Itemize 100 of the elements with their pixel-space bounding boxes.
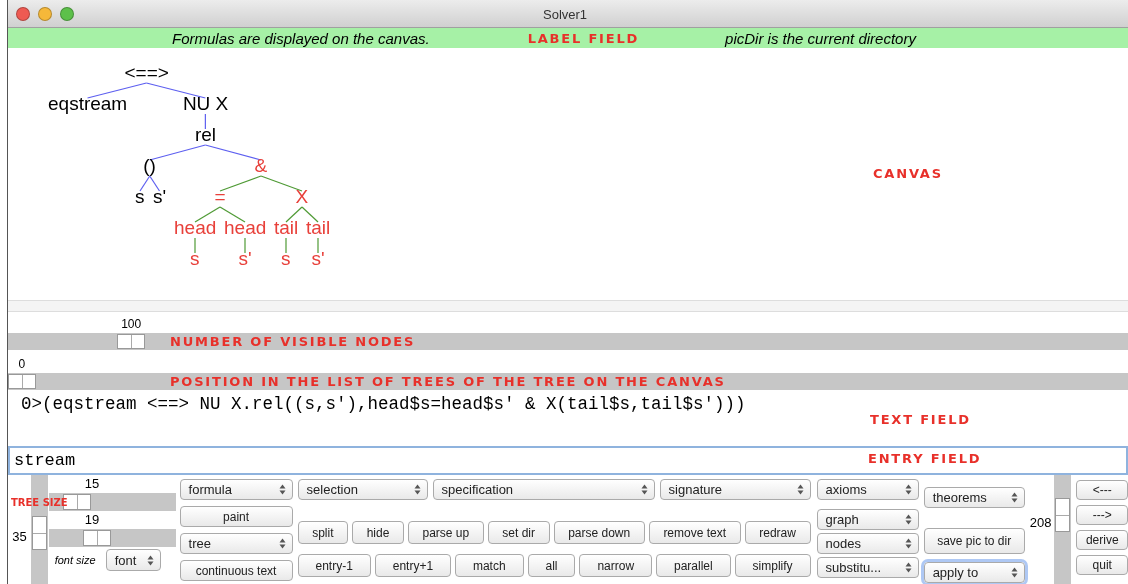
tree-edge <box>194 237 196 254</box>
tree-node[interactable]: tail <box>306 217 331 239</box>
button[interactable]: <--- <box>1076 480 1128 500</box>
slider-value: 0 <box>18 357 26 371</box>
updown-arrows-icon <box>413 484 421 495</box>
tree-edge <box>285 237 287 254</box>
window-title: Solver1 <box>543 7 588 22</box>
button[interactable]: paint <box>179 506 293 527</box>
updown-arrows-icon <box>904 562 912 573</box>
tree-node[interactable]: s' <box>238 248 252 270</box>
dropdown[interactable]: graph <box>816 509 919 530</box>
tree-edge <box>219 206 246 223</box>
dropdown[interactable]: font <box>105 549 161 571</box>
tree-node[interactable]: eqstream <box>48 93 128 115</box>
slider-value: 208 <box>1029 515 1052 530</box>
slider-value: 35 <box>12 529 27 544</box>
slider-thumb[interactable] <box>1055 497 1071 532</box>
updown-arrows-icon <box>1010 492 1018 503</box>
dropdown[interactable]: specification <box>432 479 655 500</box>
dropdown[interactable]: tree <box>179 533 293 554</box>
dropdown[interactable]: formula <box>179 479 293 500</box>
tree-edge <box>285 206 303 223</box>
tree-node[interactable]: <==> <box>124 62 169 84</box>
button[interactable]: save pic to dir <box>923 528 1025 554</box>
tree-node[interactable]: s' <box>153 186 167 208</box>
tree-edge <box>194 206 221 223</box>
button[interactable]: all <box>527 554 576 577</box>
button[interactable]: split <box>297 521 349 544</box>
annotation-label: TEXT FIELD <box>870 412 971 427</box>
button[interactable]: remove text <box>648 521 741 544</box>
annotation-label: ENTRY FIELD <box>868 451 982 466</box>
slider-thumb[interactable] <box>31 516 47 551</box>
tree-node[interactable]: s <box>281 248 291 270</box>
tree-node[interactable]: rel <box>194 124 216 146</box>
annotation-label: CANVAS <box>873 166 943 181</box>
dropdown[interactable]: nodes <box>816 533 919 554</box>
button[interactable]: continuous text <box>179 560 293 581</box>
tree-node[interactable]: () <box>143 155 156 177</box>
button[interactable]: parallel <box>656 554 731 577</box>
updown-arrows-icon <box>1010 567 1018 578</box>
slider-track[interactable] <box>1054 475 1072 584</box>
updown-arrows-icon <box>146 554 154 566</box>
tree-node[interactable]: head <box>224 217 267 239</box>
slider-thumb[interactable] <box>117 334 146 349</box>
slider-track[interactable] <box>48 529 176 547</box>
formula-text: 0>(eqstream <==> NU X.rel((s,s'),head$s=head$s' & X(tail$s,tail$s'))) <box>21 394 746 414</box>
font-size-label: font size <box>54 554 96 566</box>
dropdown[interactable]: axioms <box>816 479 919 500</box>
updown-arrows-icon <box>278 538 286 549</box>
updown-arrows-icon <box>278 484 286 495</box>
dropdown[interactable]: apply to <box>923 562 1025 583</box>
dropdown[interactable]: substitu... <box>816 557 919 578</box>
button[interactable]: redraw <box>744 521 811 544</box>
status-message: Formulas are displayed on the canvas. <box>172 29 430 47</box>
tree-node[interactable]: X <box>295 186 309 208</box>
button[interactable]: entry-1 <box>297 554 371 577</box>
tree-edge <box>204 113 206 130</box>
tree-edge <box>219 175 262 192</box>
updown-arrows-icon <box>904 514 912 525</box>
button[interactable]: parse down <box>553 521 645 544</box>
close-button[interactable] <box>16 6 30 21</box>
zoom-button[interactable] <box>60 6 74 21</box>
tree-node[interactable]: head <box>174 217 217 239</box>
button[interactable]: hide <box>352 521 404 544</box>
tree-edge <box>149 175 161 192</box>
slider-value: 19 <box>83 511 101 529</box>
button[interactable]: entry+1 <box>374 554 451 577</box>
dropdown[interactable]: selection <box>297 479 428 500</box>
button[interactable]: derive <box>1076 530 1128 550</box>
button[interactable]: narrow <box>579 554 653 577</box>
annotation-label: POSITION IN THE LIST OF TREES OF THE TREE ON THE CANVAS <box>170 374 726 389</box>
tree-node[interactable]: & <box>254 155 268 177</box>
tree-node[interactable]: = <box>214 186 226 208</box>
button[interactable]: match <box>455 554 524 577</box>
slider-thumb[interactable] <box>8 374 36 389</box>
button[interactable]: ---> <box>1076 505 1128 525</box>
tree-edge <box>149 144 206 161</box>
tree-node[interactable]: tail <box>274 217 299 239</box>
slider-value: 15 <box>83 475 101 493</box>
tree-edge <box>139 175 151 192</box>
minimize-button[interactable] <box>38 6 52 21</box>
dropdown[interactable]: theorems <box>923 487 1025 508</box>
button[interactable]: parse up <box>407 521 484 544</box>
tree-edge <box>260 175 303 192</box>
tree-node[interactable]: s' <box>311 248 325 270</box>
annotation-label: NUMBER OF VISIBLE NODES <box>170 334 416 349</box>
updown-arrows-icon <box>904 484 912 495</box>
updown-arrows-icon <box>904 538 912 549</box>
slider-thumb[interactable] <box>82 530 111 546</box>
tree-node[interactable]: s <box>135 186 145 208</box>
tree-edge <box>244 237 246 254</box>
dropdown[interactable]: signature <box>659 479 811 500</box>
tree-node[interactable]: NU X <box>182 93 229 115</box>
status-message: picDir is the current directory <box>725 29 916 47</box>
button[interactable]: quit <box>1076 555 1128 575</box>
button[interactable]: set dir <box>487 521 550 544</box>
button[interactable]: simplify <box>734 554 811 577</box>
tree-node[interactable]: s <box>190 248 200 270</box>
annotation-label: LABEL FIELD <box>527 30 640 46</box>
updown-arrows-icon <box>640 484 648 495</box>
